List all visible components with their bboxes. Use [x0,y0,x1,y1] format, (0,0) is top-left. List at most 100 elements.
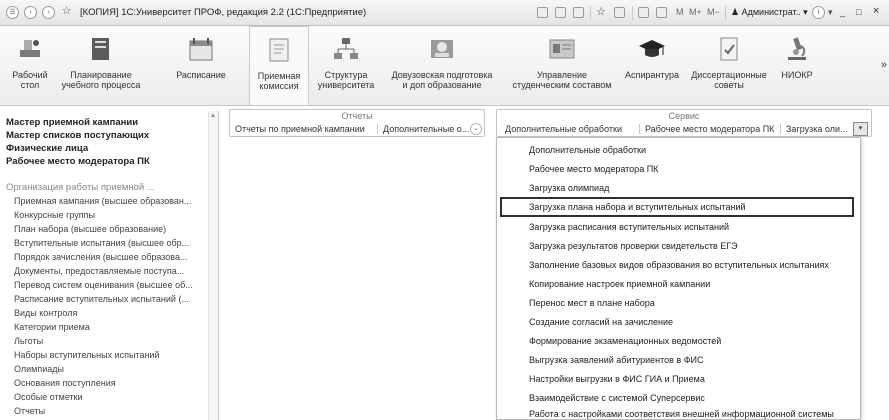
menu-item-label: Взаимодействие с системой Суперсервис [529,393,705,403]
students-icon [549,39,575,59]
nav-item[interactable]: Порядок зачисления (высшее образова... [14,252,188,262]
reports-additional-link[interactable]: Дополнительные о... [383,124,469,134]
scroll-up-icon[interactable]: ▲ [210,113,216,119]
maximize-button[interactable]: □ [856,7,861,17]
app-menu-icon[interactable]: ☰ [6,6,19,19]
menu-item-label: Настройки выгрузки в ФИС ГИА и Приема [529,374,705,384]
section-dissertation[interactable]: Диссертационные советы [686,26,772,105]
calculator-icon[interactable] [638,7,649,18]
memory-plus-button[interactable]: M+ [689,7,702,17]
menu-item-label: Копирование настроек приемной кампании [529,279,711,289]
nav-admission-wizard[interactable]: Мастер приемной кампании [6,117,138,128]
menu-item[interactable]: Копирование настроек приемной кампании [497,274,860,294]
chevron-down-icon: ▾ [800,7,808,17]
service-additional-processing-link[interactable]: Дополнительные обработки [505,124,622,134]
menu-item[interactable]: Дополнительные обработки [497,140,860,160]
memory-minus-button[interactable]: M− [707,7,720,17]
print-icon[interactable] [555,7,566,18]
menu-item[interactable]: Формирование экзаменационных ведомостей [497,331,860,351]
menu-item-highlighted[interactable]: Загрузка плана набора и вступительных ис… [500,197,854,217]
menu-item[interactable]: Загрузка результатов проверки свидетельс… [497,236,860,256]
nav-applicants-wizard[interactable]: Мастер списков поступающих [6,130,149,141]
service-moderator-link[interactable]: Рабочее место модератора ПК [645,124,774,134]
nav-item[interactable]: Особые отметки [14,392,83,402]
section-admission[interactable]: Приемная комиссия [249,26,309,105]
menu-item-label: Загрузка олимпиад [529,183,610,193]
nav-item[interactable]: Виды контроля [14,308,77,318]
favorite-star-icon[interactable]: ☆ [60,6,73,19]
nav-item[interactable]: Расписание вступительных испытаний (... [14,294,189,304]
service-more-dropdown-icon[interactable]: ▾ [853,122,868,136]
info-dropdown-icon[interactable]: ▾ [828,7,833,18]
menu-item-label: Перенос мест в плане набора [529,298,655,308]
section-planning[interactable]: Планирование учебного процесса [56,26,146,105]
reports-panel: Отчеты Отчеты по приемной кампании Допол… [229,109,485,137]
section-desktop[interactable]: Рабочий стол [4,26,56,105]
window-title: [КОПИЯ] 1С:Университет ПРОФ, редакция 2.… [80,7,367,18]
close-button[interactable]: × [873,5,879,17]
section-label: Аспирантура [624,70,680,80]
history-icon[interactable] [614,7,625,18]
nav-item[interactable]: Перевод систем оценивания (высшее об... [14,280,193,290]
nav-item[interactable]: Льготы [14,336,43,346]
divider [377,124,378,134]
nav-item[interactable]: Приемная кампания (высшее образован... [14,196,191,206]
nav-item[interactable]: Отчеты [14,406,45,416]
sections-panel: Рабочий стол Планирование учебного проце… [0,26,889,106]
service-olympiad-link[interactable]: Загрузка оли... [786,124,847,134]
grid-icon[interactable] [537,7,548,18]
planning-icon [92,38,109,60]
nav-item[interactable]: Документы, предоставляемые поступа... [14,266,184,276]
nav-item[interactable]: Олимпиады [14,364,64,374]
nav-item[interactable]: Основания поступления [14,378,116,388]
calendar-icon[interactable] [656,7,667,18]
service-panel: Сервис Дополнительные обработки Рабочее … [496,109,872,137]
menu-item-label: Формирование экзаменационных ведомостей [529,336,722,346]
minimize-button[interactable]: _ [840,7,845,17]
user-menu[interactable]: ♟ Администрат.. ▾ [731,7,808,18]
memory-button[interactable]: M [676,7,684,17]
star-icon[interactable]: ☆ [596,5,607,18]
nav-scrollbar[interactable]: ▲ [208,111,218,420]
menu-item-label: Рабочее место модератора ПК [529,164,659,174]
menu-item[interactable]: Загрузка расписания вступительных испыта… [497,217,860,237]
section-label: Управление студенческим составом [512,70,612,90]
reports-admission-link[interactable]: Отчеты по приемной кампании [235,124,365,134]
divider [780,124,781,134]
menu-item[interactable]: Работа с настройками соответствия внешне… [497,404,860,420]
nav-item[interactable]: Наборы вступительных испытаний [14,350,159,360]
menu-item-label: Дополнительные обработки [529,145,646,155]
admission-icon [269,38,289,62]
menu-item[interactable]: Перенос мест в плане набора [497,293,860,313]
menu-item[interactable]: Заполнение базовых видов образования во … [497,255,860,275]
section-label: НИОКР [781,70,813,80]
nav-item[interactable]: Категории приема [14,322,90,332]
menu-item[interactable]: Создание согласий на зачисление [497,312,860,332]
reports-more-icon[interactable]: ⌄ [470,123,482,135]
menu-item-label: Загрузка плана набора и вступительных ис… [529,202,746,212]
menu-item-label: Создание согласий на зачисление [529,317,673,327]
preview-icon[interactable] [573,7,584,18]
desktop-icon [20,40,40,57]
menu-item[interactable]: Рабочее место модератора ПК [497,159,860,179]
nav-moderator-workplace[interactable]: Рабочее место модератора ПК [6,156,150,167]
menu-item[interactable]: Настройки выгрузки в ФИС ГИА и Приема [497,369,860,389]
nav-item[interactable]: План набора (высшее образование) [14,224,166,234]
nav-item[interactable]: Вступительные испытания (высшее обр... [14,238,189,248]
section-schedule[interactable]: Расписание [168,26,234,105]
menu-item-label: Загрузка результатов проверки свидетельс… [529,241,738,251]
menu-item[interactable]: Загрузка олимпиад [497,178,860,198]
menu-item[interactable]: Выгрузка заявлений абитуриентов в ФИС [497,350,860,370]
section-label: Диссертационные советы [691,70,767,90]
section-structure[interactable]: Структура университета [313,26,379,105]
nav-persons[interactable]: Физические лица [6,143,88,154]
section-postgraduate[interactable]: Аспирантура [622,26,682,105]
sections-more-icon[interactable]: » [881,59,887,71]
forward-icon[interactable]: › [42,6,55,19]
section-preparation[interactable]: Довузовская подготовка и доп образование [382,26,502,105]
back-icon[interactable]: ‹ [24,6,37,19]
nav-item[interactable]: Конкурсные группы [14,210,95,220]
section-students[interactable]: Управление студенческим составом [507,26,617,105]
info-icon[interactable]: i [812,6,825,19]
section-research[interactable]: НИОКР [772,26,822,105]
